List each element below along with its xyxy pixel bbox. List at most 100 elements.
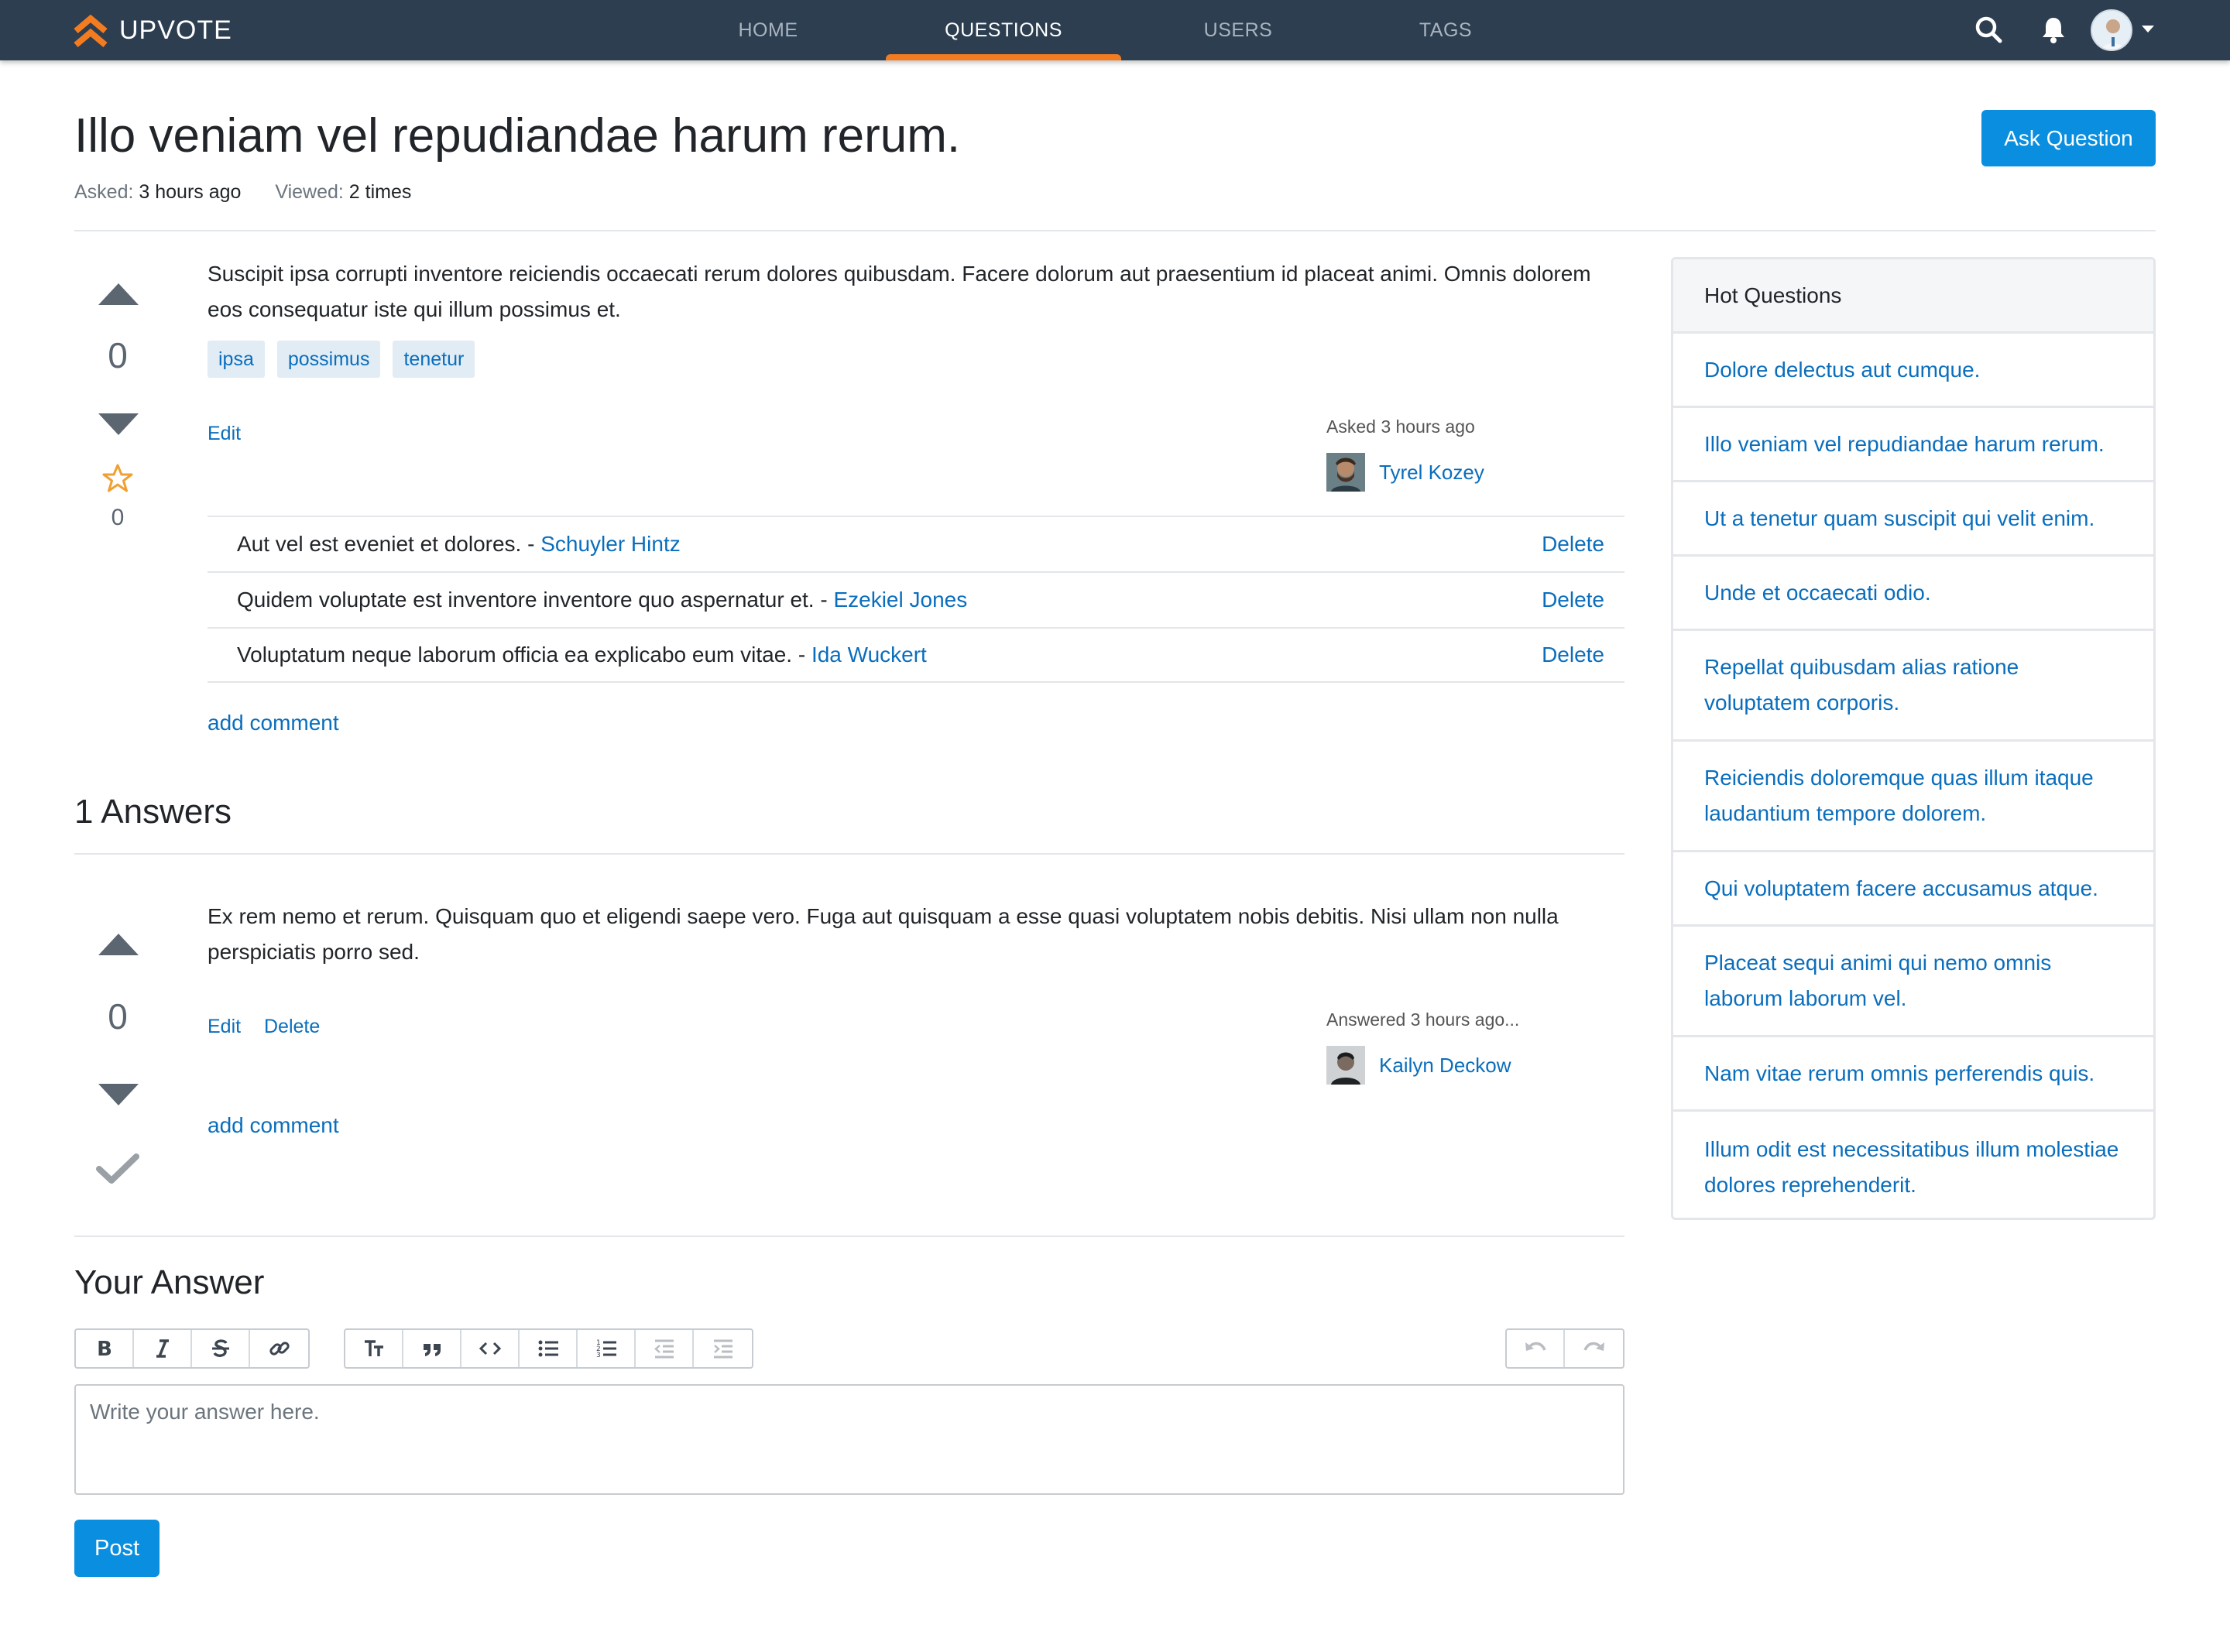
search-icon[interactable] [1973, 14, 2004, 45]
nav-tags[interactable]: TAGS [1403, 0, 1488, 60]
indent-icon[interactable] [694, 1330, 752, 1367]
question-vote-count: 0 [108, 335, 128, 375]
author-avatar[interactable] [1326, 453, 1365, 492]
hot-question-link[interactable]: Reiciendis doloremque quas illum itaque … [1673, 742, 2153, 852]
add-comment-link[interactable]: add comment [208, 1113, 339, 1138]
delete-comment-button[interactable]: Delete [1542, 532, 1604, 557]
comment-text: Quidem voluptate est inventore inventore… [237, 588, 967, 612]
nav-home[interactable]: HOME [728, 0, 808, 60]
undo-icon[interactable] [1507, 1330, 1565, 1367]
outdent-icon[interactable] [636, 1330, 694, 1367]
favorite-count: 0 [111, 505, 125, 530]
italic-icon[interactable] [134, 1330, 192, 1367]
quote-icon[interactable] [403, 1330, 461, 1367]
strikethrough-icon[interactable] [192, 1330, 250, 1367]
question-author: Asked 3 hours ago Tyrel Kozey [1326, 416, 1484, 492]
post-button[interactable]: Post [74, 1520, 160, 1577]
answer-author: Answered 3 hours ago... Kailyn Deckow [1326, 1009, 1519, 1085]
upvote-logo-icon [74, 14, 108, 48]
bell-icon[interactable] [2038, 14, 2069, 45]
svg-text:3: 3 [596, 1352, 601, 1359]
hot-questions-panel: Hot Questions Dolore delectus aut cumque… [1671, 257, 2156, 1220]
comment-user-link[interactable]: Ezekiel Jones [833, 588, 967, 612]
hot-question-link[interactable]: Illum odit est necessitatibus illum mole… [1673, 1112, 2153, 1218]
downvote-arrow-icon[interactable] [98, 413, 139, 435]
question-body: Suscipit ipsa corrupti inventore reicien… [208, 262, 1591, 321]
comment-user-link[interactable]: Schuyler Hintz [540, 532, 681, 556]
tag[interactable]: tenetur [393, 341, 475, 378]
delete-answer-link[interactable]: Delete [264, 1016, 320, 1038]
hot-question-link[interactable]: Qui voluptatem facere accusamus atque. [1673, 852, 2153, 927]
tag-list: ipsa possimus tenetur [208, 341, 475, 378]
accept-check-icon[interactable] [95, 1152, 140, 1186]
brand-name: UPVOTE [119, 15, 232, 45]
author-row: Tyrel Kozey [1326, 453, 1484, 492]
viewed-value: 2 times [348, 181, 412, 203]
comment-item: Voluptatum neque laborum officia ea expl… [208, 627, 1624, 683]
hot-question-link[interactable]: Dolore delectus aut cumque. [1673, 334, 2153, 408]
divider [74, 1236, 1624, 1237]
user-avatar-image [2092, 11, 2131, 50]
asked-time-label: Asked 3 hours ago [1326, 416, 1475, 437]
chevron-down-icon[interactable] [2142, 26, 2154, 33]
hot-question-link[interactable]: Placeat sequi animi qui nemo omnis labor… [1673, 927, 2153, 1037]
nav-users[interactable]: USERS [1196, 0, 1281, 60]
hot-question-link[interactable]: Nam vitae rerum omnis perferendis quis. [1673, 1037, 2153, 1112]
downvote-arrow-icon[interactable] [98, 1084, 139, 1105]
svg-text:B: B [97, 1338, 112, 1361]
ask-question-button[interactable]: Ask Question [1981, 110, 2156, 166]
asked-label: Asked: [74, 181, 134, 203]
viewed-label: Viewed: [275, 181, 344, 203]
top-navbar: UPVOTE HOME QUESTIONS USERS TAGS [0, 0, 2230, 60]
your-answer-heading: Your Answer [74, 1263, 265, 1301]
asked-value: 3 hours ago [139, 181, 242, 203]
tag[interactable]: ipsa [208, 341, 265, 378]
comment-body: Voluptatum neque laborum officia ea expl… [237, 643, 811, 667]
comment-text: Voluptatum neque laborum officia ea expl… [237, 643, 927, 667]
hot-question-link[interactable]: Ut a tenetur quam suscipit qui velit eni… [1673, 482, 2153, 557]
bullet-list-icon[interactable] [520, 1330, 578, 1367]
answers-heading: 1 Answers [74, 793, 232, 831]
link-icon[interactable] [250, 1330, 308, 1367]
hot-question-link[interactable]: Illo veniam vel repudiandae harum rerum. [1673, 408, 2153, 482]
heading-icon[interactable] [345, 1330, 403, 1367]
edit-answer-link[interactable]: Edit [208, 1016, 241, 1038]
author-avatar-image [1326, 1046, 1365, 1085]
comment-user-link[interactable]: Ida Wuckert [811, 643, 927, 667]
author-name-link[interactable]: Kailyn Deckow [1379, 1054, 1511, 1078]
edit-question-link[interactable]: Edit [208, 423, 241, 445]
hot-question-link[interactable]: Repellat quibusdam alias ratione volupta… [1673, 631, 2153, 742]
comment-item: Quidem voluptate est inventore inventore… [208, 571, 1624, 627]
brand[interactable]: UPVOTE [73, 12, 232, 48]
tag[interactable]: possimus [276, 341, 381, 378]
comment-body: Quidem voluptate est inventore inventore… [237, 588, 834, 612]
divider [74, 853, 1624, 855]
question-meta: Asked: 3 hours ago Viewed: 2 times [74, 181, 411, 204]
author-row: Kailyn Deckow [1326, 1046, 1519, 1085]
toolbar-block-group: 123 [344, 1328, 753, 1369]
redo-icon[interactable] [1565, 1330, 1623, 1367]
divider [74, 230, 2156, 231]
author-avatar[interactable] [1326, 1046, 1365, 1085]
nav-questions[interactable]: QUESTIONS [886, 0, 1121, 60]
comment-body: Aut vel est eveniet et dolores. - [237, 532, 541, 556]
author-name-link[interactable]: Tyrel Kozey [1379, 461, 1484, 485]
user-avatar[interactable] [2091, 9, 2132, 51]
add-comment-link[interactable]: add comment [208, 711, 339, 735]
toolbar-text-group: B [74, 1328, 310, 1369]
code-icon[interactable] [461, 1330, 520, 1367]
toolbar-history-group [1505, 1328, 1624, 1369]
bold-icon[interactable]: B [76, 1330, 134, 1367]
hot-question-link[interactable]: Unde et occaecati odio. [1673, 557, 2153, 631]
upvote-arrow-icon[interactable] [98, 934, 139, 955]
page-title: Illo veniam vel repudiandae harum rerum. [74, 109, 961, 163]
delete-comment-button[interactable]: Delete [1542, 588, 1604, 612]
answer-editor-input[interactable] [74, 1384, 1624, 1495]
answered-time-label: Answered 3 hours ago... [1326, 1009, 1520, 1030]
favorite-star-icon[interactable] [102, 463, 133, 494]
comment-list: Aut vel est eveniet et dolores. - Schuyl… [208, 516, 1624, 683]
numbered-list-icon[interactable]: 123 [578, 1330, 636, 1367]
delete-comment-button[interactable]: Delete [1542, 643, 1604, 667]
answer-vote-count: 0 [108, 996, 128, 1037]
upvote-arrow-icon[interactable] [98, 283, 139, 305]
